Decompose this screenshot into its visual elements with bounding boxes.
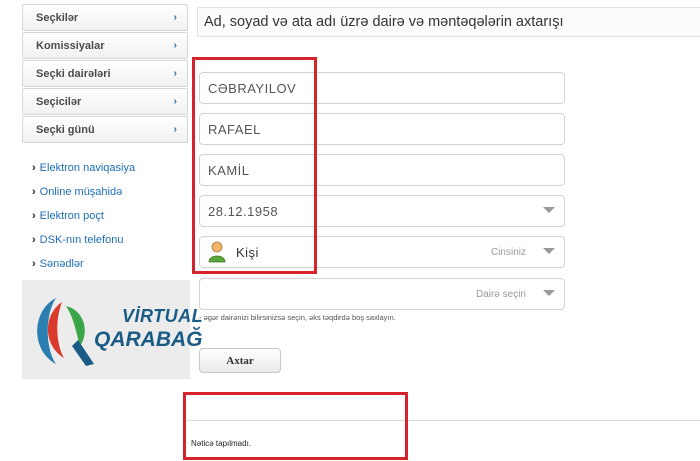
chevron-right-icon: ›: [173, 124, 177, 135]
district-placeholder: Dairə seçin: [475, 288, 526, 300]
menu-item-label: Seçki günü: [36, 123, 95, 136]
link-label: DSK-nın telefonu: [39, 234, 124, 246]
link-online-observation[interactable]: › Online müşahidə: [32, 180, 135, 204]
menu-item-label: Seçicilər: [36, 95, 82, 108]
menu-item-election-day[interactable]: Seçki günü ›: [22, 116, 188, 143]
virtual-qarabag-banner[interactable]: VİRTUAL QARABAĞ: [22, 280, 203, 379]
highlight-box-result: [183, 392, 408, 460]
chevron-right-icon: ›: [173, 96, 177, 107]
link-label: Elektron poçt: [39, 210, 104, 222]
district-hint-note: - əgər dairənizi bilirsinizsə seçin, əks…: [199, 313, 396, 322]
menu-item-commissions[interactable]: Komissiyalar ›: [22, 32, 188, 59]
logo-line1: VİRTUAL: [122, 306, 204, 326]
link-electronic-navigation[interactable]: › Elektron naviqasiya: [32, 156, 135, 180]
arrow-right-icon: ›: [32, 258, 36, 270]
menu-item-elections[interactable]: Seçkilər ›: [22, 4, 188, 31]
dropdown-arrow-icon: [543, 207, 555, 213]
arrow-right-icon: ›: [32, 210, 36, 222]
search-button[interactable]: Axtar: [199, 348, 281, 373]
menu-item-districts[interactable]: Seçki dairələri ›: [22, 60, 188, 87]
arrow-right-icon: ›: [32, 162, 36, 174]
link-documents[interactable]: › Sənədlər: [32, 252, 135, 276]
link-label: Elektron naviqasiya: [39, 162, 136, 174]
arrow-right-icon: ›: [32, 186, 36, 198]
chevron-right-icon: ›: [173, 40, 177, 51]
gender-placeholder: Cinsiniz: [490, 246, 526, 258]
sidebar-links: › Elektron naviqasiya › Online müşahidə …: [32, 156, 135, 276]
highlight-box-form: [192, 57, 317, 274]
menu-item-label: Komissiyalar: [36, 39, 105, 52]
menu-item-voters[interactable]: Seçicilər ›: [22, 88, 188, 115]
link-label: Sənədlər: [39, 258, 84, 270]
district-select[interactable]: Dairə seçin: [199, 278, 565, 310]
chevron-right-icon: ›: [173, 12, 177, 23]
arrow-right-icon: ›: [32, 234, 36, 246]
link-email[interactable]: › Elektron poçt: [32, 204, 135, 228]
menu-item-label: Seçkilər: [36, 11, 79, 24]
page-title: Ad, soyad və ata adı üzrə dairə və məntə…: [197, 7, 700, 37]
chevron-right-icon: ›: [173, 68, 177, 79]
dropdown-arrow-icon: [543, 290, 555, 296]
link-dsk-phone[interactable]: › DSK-nın telefonu: [32, 228, 135, 252]
logo-line2: QARABAĞ: [94, 328, 203, 351]
sidebar-menu: Seçkilər › Komissiyalar › Seçki dairələr…: [22, 4, 188, 144]
link-label: Online müşahidə: [39, 186, 123, 198]
menu-item-label: Seçki dairələri: [36, 67, 111, 80]
dropdown-arrow-icon: [543, 248, 555, 254]
